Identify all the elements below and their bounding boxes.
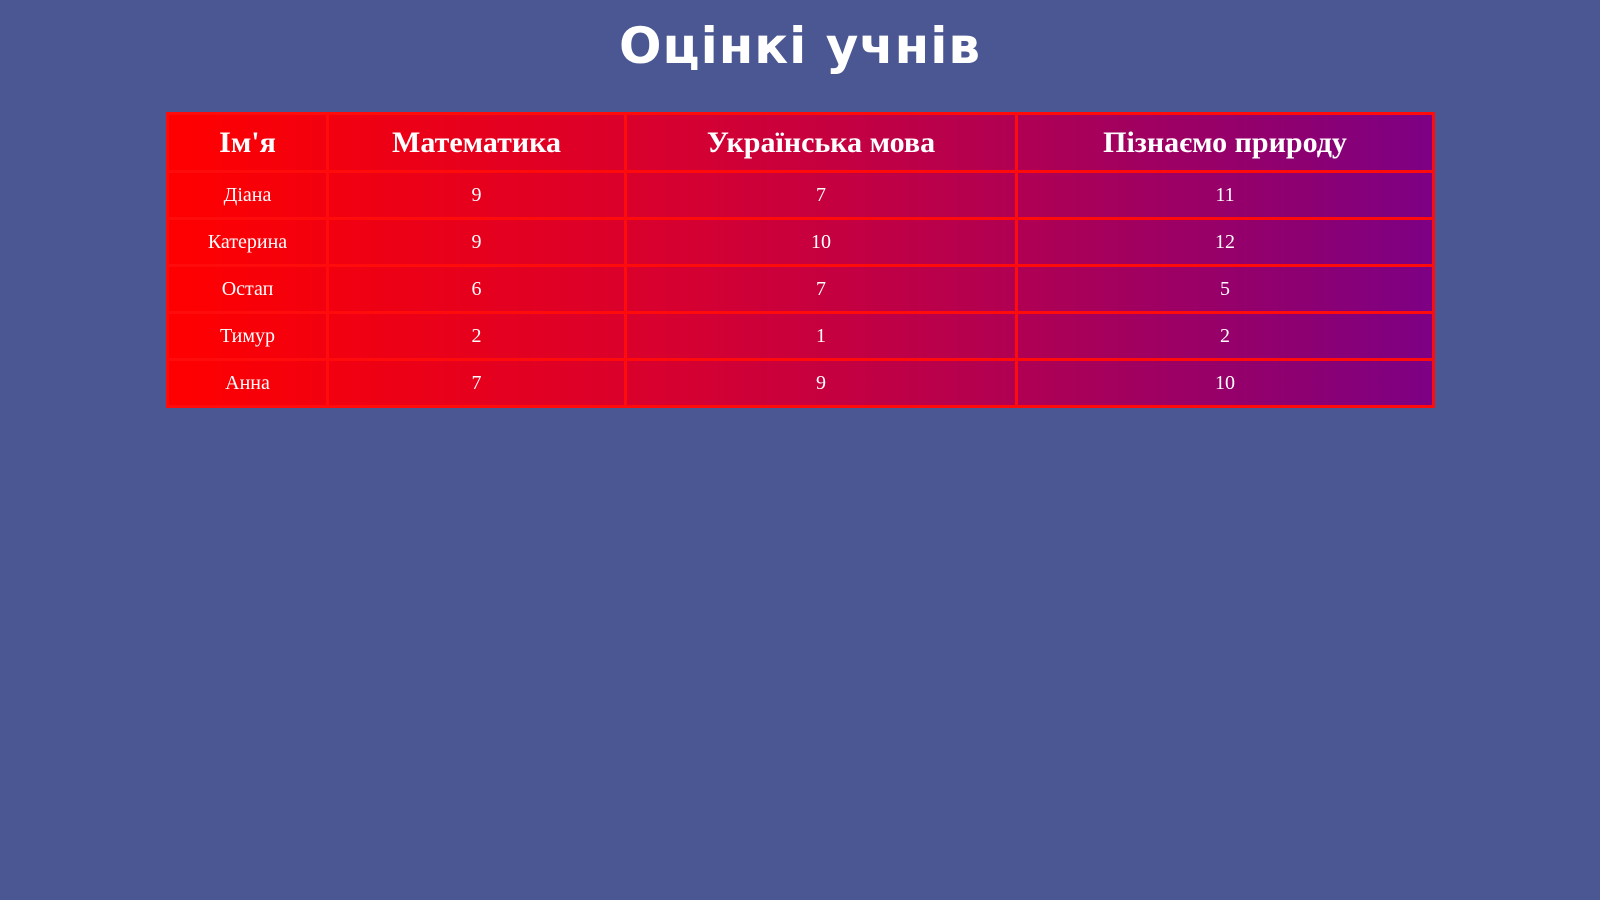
math-grade: 9 — [329, 173, 627, 220]
student-name: Анна — [169, 361, 329, 405]
math-grade: 7 — [329, 361, 627, 405]
student-name: Катерина — [169, 220, 329, 267]
table-row: Діана 9 7 11 — [169, 173, 1432, 220]
table-row: Остап 6 7 5 — [169, 267, 1432, 314]
page-title: Оцінкі учнів — [619, 17, 981, 75]
math-grade: 6 — [329, 267, 627, 314]
ukrainian-grade: 7 — [627, 173, 1018, 220]
header-nature: Пізнаємо природу — [1018, 115, 1432, 173]
student-name: Діана — [169, 173, 329, 220]
header-math: Математика — [329, 115, 627, 173]
student-name: Остап — [169, 267, 329, 314]
header-ukrainian: Українська мова — [627, 115, 1018, 173]
grades-table: Ім'я Математика Українська мова Пізнаємо… — [166, 112, 1435, 408]
header-name: Ім'я — [169, 115, 329, 173]
nature-grade: 11 — [1018, 173, 1432, 220]
header-row: Ім'я Математика Українська мова Пізнаємо… — [169, 115, 1432, 173]
student-name: Тимур — [169, 314, 329, 361]
table-row: Тимур 2 1 2 — [169, 314, 1432, 361]
ukrainian-grade: 7 — [627, 267, 1018, 314]
nature-grade: 12 — [1018, 220, 1432, 267]
table-header: Ім'я Математика Українська мова Пізнаємо… — [169, 115, 1432, 173]
table-row: Анна 7 9 10 — [169, 361, 1432, 405]
nature-grade: 10 — [1215, 371, 1235, 394]
ukrainian-grade: 1 — [627, 314, 1018, 361]
table-body: Діана 9 7 11 Катерина 9 10 12 Остап 6 7 … — [169, 173, 1432, 405]
math-grade: 9 — [329, 220, 627, 267]
math-grade: 2 — [329, 314, 627, 361]
ukrainian-grade: 9 — [627, 361, 1018, 405]
nature-grade: 2 — [1018, 314, 1432, 361]
table-row: Катерина 9 10 12 — [169, 220, 1432, 267]
nature-grade: 5 — [1018, 267, 1432, 314]
ukrainian-grade: 10 — [627, 220, 1018, 267]
